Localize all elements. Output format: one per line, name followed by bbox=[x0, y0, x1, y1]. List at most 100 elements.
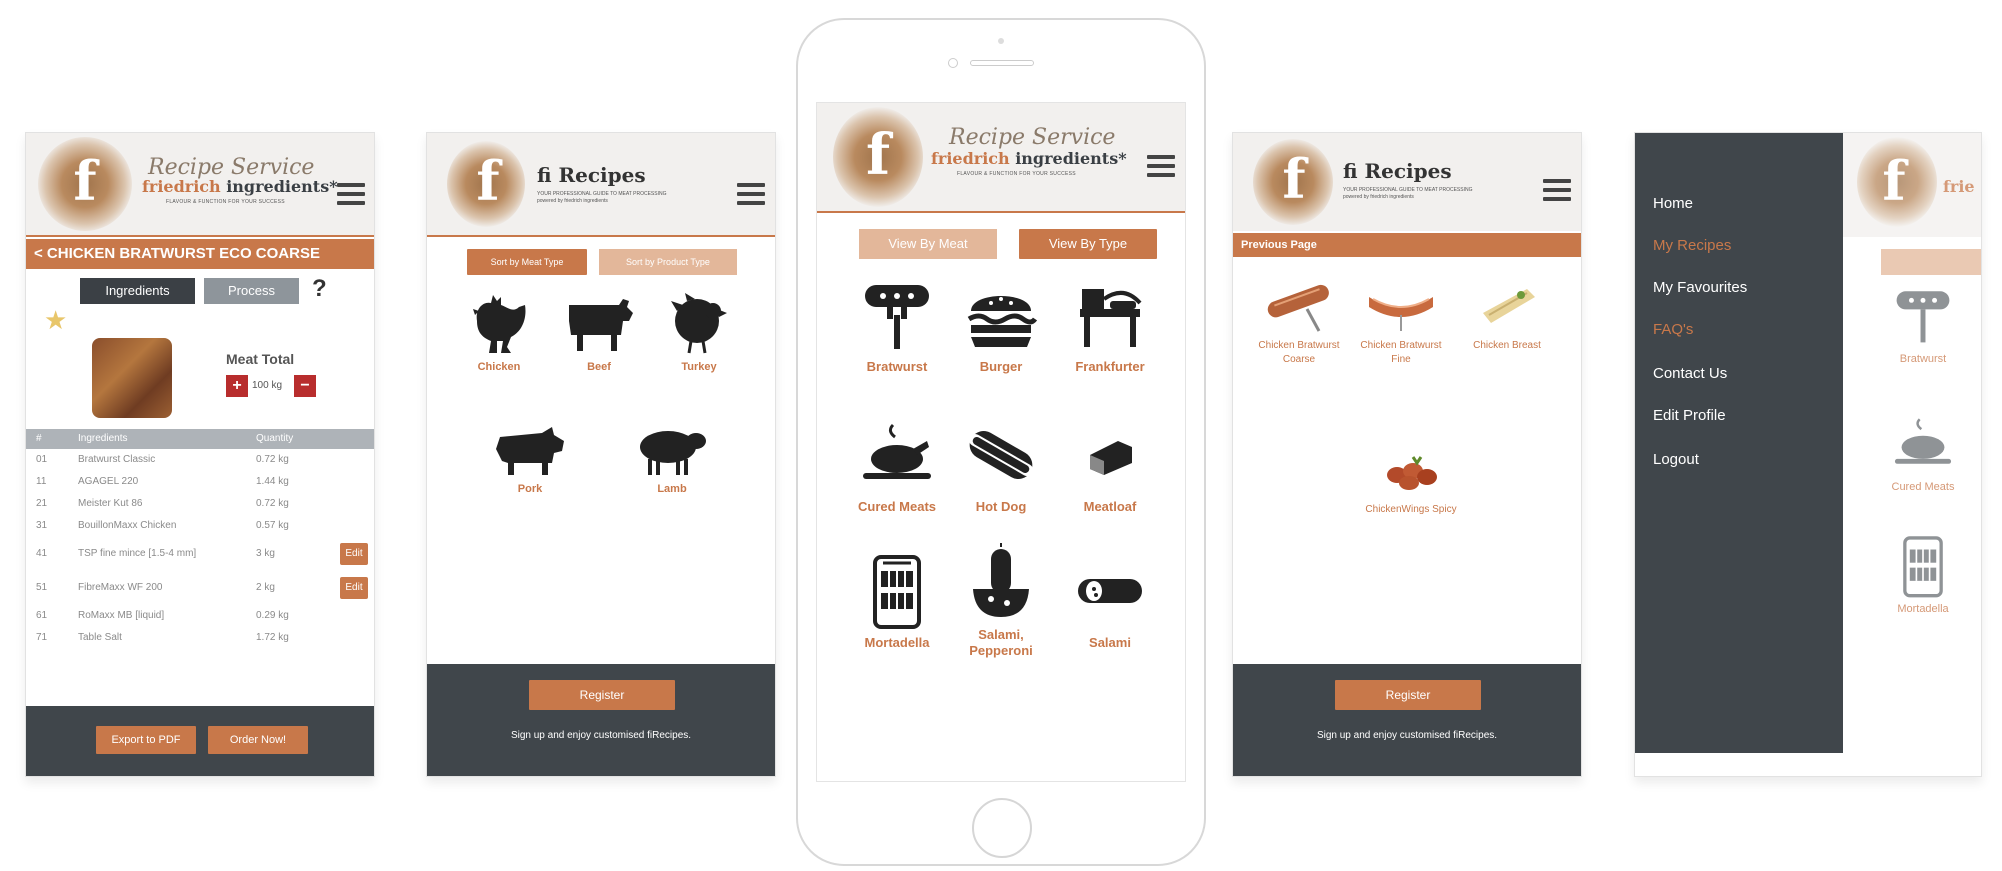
table-row: 41 TSP fine mince [1.5-4 mm] 3 kg Edit bbox=[26, 537, 374, 571]
type-label: Meatloaf bbox=[1083, 499, 1137, 514]
footer-bar: Register Sign up and enjoy customised fi… bbox=[1233, 664, 1581, 776]
edit-button[interactable]: Edit bbox=[340, 543, 368, 565]
help-icon[interactable]: ? bbox=[312, 275, 327, 303]
meat-total-value: 100 kg bbox=[252, 380, 283, 391]
hamburger-menu-icon[interactable] bbox=[1147, 155, 1175, 182]
roast-chicken-icon bbox=[1894, 418, 1952, 464]
view-by-meat-button[interactable]: View By Meat bbox=[859, 229, 997, 259]
recipe-tile[interactable]: Chicken Breast bbox=[1465, 273, 1549, 353]
fi-recipes-subtitle: YOUR PROFESSIONAL GUIDE TO MEAT PROCESSI… bbox=[1343, 187, 1473, 200]
recipes-by-meat-screen: f fi Recipes YOUR PROFESSIONAL GUIDE TO … bbox=[426, 132, 776, 777]
type-tile-hot-dog[interactable]: Hot Dog bbox=[951, 415, 1051, 514]
peek-tile: Mortadella bbox=[1873, 533, 1973, 615]
previous-page-bar[interactable]: Previous Page bbox=[1233, 233, 1581, 257]
table-row: 61 RoMaxx MB [liquid] 0.29 kg bbox=[36, 610, 289, 621]
ingredients-table: # Ingredients Quantity 01 Bratwurst Class… bbox=[26, 429, 374, 649]
menu-item-logout[interactable]: Logout bbox=[1653, 451, 1699, 468]
table-row: 51 FibreMaxx WF 200 2 kg Edit bbox=[26, 571, 374, 605]
recipe-tile[interactable]: Chicken Bratwurst Fine bbox=[1359, 273, 1443, 367]
hamburger-menu-icon[interactable] bbox=[337, 183, 365, 210]
table-row: 21 Meister Kut 86 0.72 kg bbox=[36, 498, 289, 509]
meat-total-label: Meat Total bbox=[226, 351, 295, 367]
brand-name: friedrich ingredients* bbox=[142, 177, 338, 196]
type-label: Salami bbox=[1089, 635, 1131, 650]
brand-name: friedrich ingredients* bbox=[931, 149, 1127, 168]
order-now-button[interactable]: Order Now! bbox=[208, 726, 308, 754]
recipe-tile[interactable]: Chicken Bratwurst Coarse bbox=[1257, 273, 1341, 367]
logo-f-mark: f bbox=[476, 149, 500, 213]
menu-item-contact-us[interactable]: Contact Us bbox=[1653, 365, 1727, 382]
recipe-label: Chicken Breast bbox=[1473, 340, 1541, 351]
bratwurst-icon bbox=[865, 285, 929, 349]
type-label: Mortadella bbox=[864, 635, 930, 650]
app-header: f Recipe Service friedrich ingredients* … bbox=[817, 103, 1185, 213]
meat-label: Beef bbox=[587, 361, 611, 373]
fi-recipes-subtitle: YOUR PROFESSIONAL GUIDE TO MEAT PROCESSI… bbox=[537, 191, 667, 204]
meatloaf-icon bbox=[1090, 441, 1132, 475]
decrease-button[interactable]: + bbox=[226, 375, 248, 397]
type-tile-frankfurter[interactable]: Frankfurter bbox=[1055, 275, 1165, 374]
recipe-tile[interactable]: ChickenWings Spicy bbox=[1361, 437, 1461, 517]
type-tile-salami[interactable]: Salami bbox=[1055, 551, 1165, 650]
peek-tile: Bratwurst bbox=[1873, 283, 1973, 365]
type-label: Bratwurst bbox=[866, 359, 928, 374]
type-tile-bratwurst[interactable]: Bratwurst bbox=[847, 275, 947, 374]
sort-by-product-button[interactable]: Sort by Product Type bbox=[599, 249, 737, 275]
signup-text: Sign up and enjoy customised fiRecipes. bbox=[1316, 730, 1498, 741]
phone-frame: f Recipe Service friedrich ingredients* … bbox=[796, 18, 1206, 866]
peek-label: Bratwurst bbox=[1899, 353, 1947, 365]
app-header: f Recipe Service friedrich ingredients* … bbox=[26, 133, 374, 237]
type-tile-meatloaf[interactable]: Meatloaf bbox=[1055, 415, 1165, 514]
register-button[interactable]: Register bbox=[529, 680, 675, 710]
menu-item-edit-profile[interactable]: Edit Profile bbox=[1653, 407, 1726, 424]
menu-item-home[interactable]: Home bbox=[1653, 195, 1693, 212]
meat-label: Chicken bbox=[477, 361, 521, 373]
hamburger-menu-icon[interactable] bbox=[737, 183, 765, 210]
meat-tile-turkey[interactable]: Turkey bbox=[659, 291, 739, 373]
meat-tile-chicken[interactable]: Chicken bbox=[459, 291, 539, 373]
star-icon[interactable]: ★ bbox=[44, 305, 67, 336]
hot-dog-icon bbox=[969, 431, 1033, 479]
peek-content: f frie Bratwurst Cured Meats Mortadella bbox=[1843, 133, 1981, 753]
recipe-list-screen: f fi Recipes YOUR PROFESSIONAL GUIDE TO … bbox=[1232, 132, 1582, 777]
view-by-type-button[interactable]: View By Type bbox=[1019, 229, 1157, 259]
export-pdf-button[interactable]: Export to PDF bbox=[96, 726, 196, 754]
type-tile-salami-pepperoni[interactable]: Salami, Pepperoni bbox=[951, 543, 1051, 659]
meat-tile-pork[interactable]: Pork bbox=[485, 423, 575, 495]
peek-label: Mortadella bbox=[1897, 603, 1949, 615]
home-button[interactable] bbox=[972, 798, 1032, 858]
type-tile-burger[interactable]: Burger bbox=[951, 275, 1051, 374]
type-label: Frankfurter bbox=[1075, 359, 1145, 374]
table-row: 31 BouillonMaxx Chicken 0.57 kg bbox=[36, 520, 289, 531]
type-tile-cured-meats[interactable]: Cured Meats bbox=[839, 415, 955, 514]
type-tile-mortadella[interactable]: Mortadella bbox=[847, 551, 947, 650]
brand-tagline: FLAVOUR & FUNCTION FOR YOUR SUCCESS bbox=[166, 199, 285, 205]
tab-process[interactable]: Process bbox=[204, 278, 299, 304]
brand-name: frie bbox=[1943, 177, 1975, 196]
edit-button[interactable]: Edit bbox=[340, 577, 368, 599]
meat-tile-lamb[interactable]: Lamb bbox=[627, 423, 717, 495]
type-label: Cured Meats bbox=[857, 499, 937, 514]
hamburger-menu-icon[interactable] bbox=[1543, 179, 1571, 206]
logo-f-mark: f bbox=[865, 122, 891, 188]
table-row: 01 Bratwurst Classic 0.72 kg bbox=[36, 454, 289, 465]
phone-speaker bbox=[970, 60, 1034, 66]
recipe-detail-screen: f Recipe Service friedrich ingredients* … bbox=[25, 132, 375, 777]
menu-item-my-recipes[interactable]: My Recipes bbox=[1653, 237, 1731, 254]
burger-icon bbox=[967, 296, 1038, 347]
page-title[interactable]: < CHICKEN BRATWURST ECO COARSE bbox=[26, 239, 374, 269]
mortadella-icon bbox=[873, 555, 921, 629]
tab-ingredients[interactable]: Ingredients bbox=[80, 278, 195, 304]
menu-item-faqs[interactable]: FAQ's bbox=[1653, 321, 1693, 338]
meat-tile-beef[interactable]: Beef bbox=[559, 291, 639, 373]
menu-item-my-favourites[interactable]: My Favourites bbox=[1653, 279, 1747, 296]
chicken-wings-image bbox=[1387, 456, 1437, 490]
type-label: Hot Dog bbox=[975, 499, 1027, 514]
sort-by-meat-button[interactable]: Sort by Meat Type bbox=[467, 249, 587, 275]
logo-f-mark: f bbox=[1282, 147, 1306, 211]
peek-orange-button bbox=[1881, 249, 1981, 275]
fi-recipes-title: fi Recipes bbox=[1343, 159, 1452, 183]
roast-chicken-icon bbox=[863, 423, 931, 479]
increase-button[interactable]: − bbox=[294, 375, 316, 397]
register-button[interactable]: Register bbox=[1335, 680, 1481, 710]
